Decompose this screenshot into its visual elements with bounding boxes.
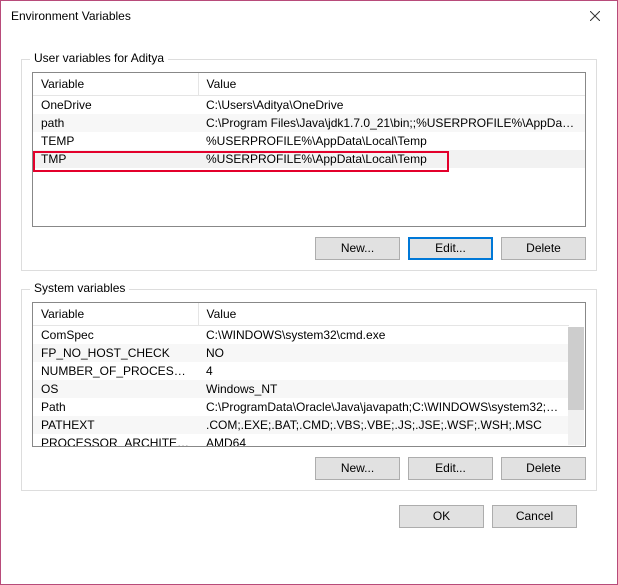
table-row[interactable]: PATHEXT .COM;.EXE;.BAT;.CMD;.VBS;.VBE;.J… <box>33 416 569 434</box>
cell-variable: PROCESSOR_ARCHITECTURE <box>33 434 198 447</box>
table-row[interactable]: path C:\Program Files\Java\jdk1.7.0_21\b… <box>33 114 585 132</box>
cell-variable: Path <box>33 398 198 416</box>
window-title: Environment Variables <box>11 9 131 23</box>
cell-value: C:\ProgramData\Oracle\Java\javapath;C:\W… <box>198 398 569 416</box>
column-header-variable[interactable]: Variable <box>33 73 198 96</box>
table-row[interactable]: PROCESSOR_ARCHITECTURE AMD64 <box>33 434 569 447</box>
cell-variable: FP_NO_HOST_CHECK <box>33 344 198 362</box>
user-variables-group: User variables for Aditya Variable Value… <box>21 59 597 271</box>
cell-variable: OneDrive <box>33 96 198 115</box>
close-icon <box>590 11 600 21</box>
table-row[interactable]: OneDrive C:\Users\Aditya\OneDrive <box>33 96 585 115</box>
table-row[interactable]: ComSpec C:\WINDOWS\system32\cmd.exe <box>33 326 569 345</box>
cell-variable: ComSpec <box>33 326 198 345</box>
user-variables-table[interactable]: Variable Value OneDrive C:\Users\Aditya\… <box>32 72 586 227</box>
cell-variable: NUMBER_OF_PROCESSORS <box>33 362 198 380</box>
table-row[interactable]: TEMP %USERPROFILE%\AppData\Local\Temp <box>33 132 585 150</box>
cell-value: C:\WINDOWS\system32\cmd.exe <box>198 326 569 345</box>
cell-variable: PATHEXT <box>33 416 198 434</box>
cell-value: %USERPROFILE%\AppData\Local\Temp <box>198 150 585 168</box>
env-vars-dialog: Environment Variables User variables for… <box>0 0 618 585</box>
system-variables-table[interactable]: Variable Value ComSpec C:\WINDOWS\system… <box>32 302 586 447</box>
system-edit-button[interactable]: Edit... <box>408 457 493 480</box>
user-group-label: User variables for Aditya <box>30 51 168 65</box>
user-delete-button[interactable]: Delete <box>501 237 586 260</box>
ok-button[interactable]: OK <box>399 505 484 528</box>
cell-variable: TEMP <box>33 132 198 150</box>
cell-variable: OS <box>33 380 198 398</box>
cell-value: .COM;.EXE;.BAT;.CMD;.VBS;.VBE;.JS;.JSE;.… <box>198 416 569 434</box>
system-delete-button[interactable]: Delete <box>501 457 586 480</box>
system-variables-group: System variables Variable Value ComSpec … <box>21 289 597 491</box>
cell-value: AMD64 <box>198 434 569 447</box>
cell-value: C:\Program Files\Java\jdk1.7.0_21\bin;;%… <box>198 114 585 132</box>
column-header-value[interactable]: Value <box>198 73 585 96</box>
cell-value: Windows_NT <box>198 380 569 398</box>
user-new-button[interactable]: New... <box>315 237 400 260</box>
system-group-label: System variables <box>30 281 129 295</box>
cell-value: C:\Users\Aditya\OneDrive <box>198 96 585 115</box>
system-new-button[interactable]: New... <box>315 457 400 480</box>
table-row[interactable]: OS Windows_NT <box>33 380 569 398</box>
user-edit-button[interactable]: Edit... <box>408 237 493 260</box>
column-header-variable[interactable]: Variable <box>33 303 198 326</box>
table-row[interactable]: FP_NO_HOST_CHECK NO <box>33 344 569 362</box>
close-button[interactable] <box>572 1 617 31</box>
table-row[interactable]: NUMBER_OF_PROCESSORS 4 <box>33 362 569 380</box>
table-row[interactable]: Path C:\ProgramData\Oracle\Java\javapath… <box>33 398 569 416</box>
system-buttons: New... Edit... Delete <box>32 457 586 480</box>
column-header-value[interactable]: Value <box>198 303 569 326</box>
cell-value: NO <box>198 344 569 362</box>
scrollbar-thumb[interactable] <box>568 327 584 410</box>
cell-variable: TMP <box>33 150 198 168</box>
titlebar: Environment Variables <box>1 1 617 31</box>
cell-value: 4 <box>198 362 569 380</box>
table-row[interactable]: TMP %USERPROFILE%\AppData\Local\Temp <box>33 150 585 168</box>
cancel-button[interactable]: Cancel <box>492 505 577 528</box>
scrollbar[interactable] <box>568 327 584 445</box>
cell-variable: path <box>33 114 198 132</box>
dialog-footer: OK Cancel <box>21 491 597 528</box>
user-buttons: New... Edit... Delete <box>32 237 586 260</box>
cell-value: %USERPROFILE%\AppData\Local\Temp <box>198 132 585 150</box>
